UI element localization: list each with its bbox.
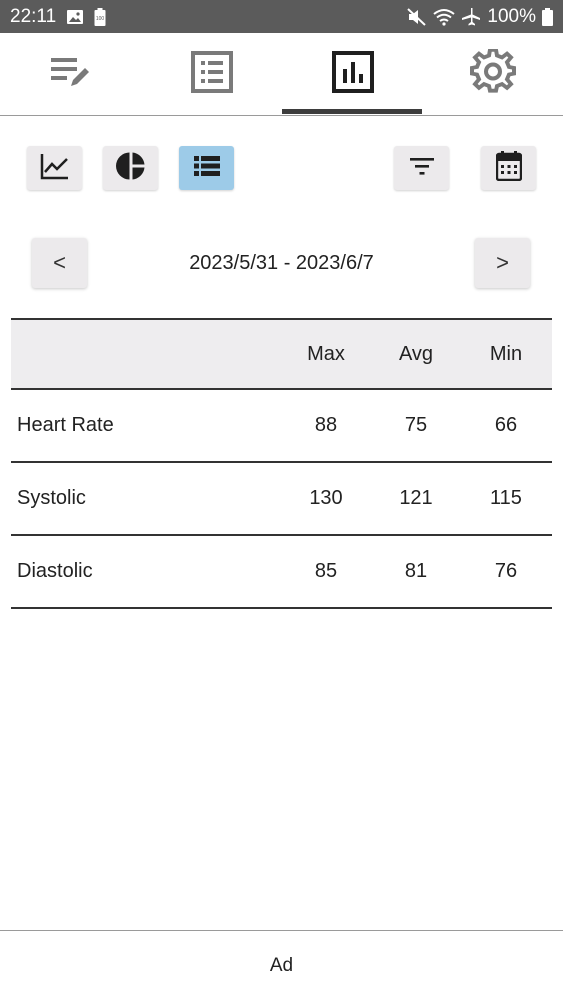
battery-percent: 100%: [487, 5, 536, 27]
table-list-icon: [193, 155, 221, 182]
table-row: Heart Rate 88 75 66: [11, 390, 552, 463]
battery-icon: [542, 7, 553, 26]
row-avg: 75: [404, 414, 428, 436]
tab-settings[interactable]: [422, 33, 563, 115]
row-avg: 121: [399, 487, 433, 509]
mute-icon: [407, 7, 427, 26]
previous-period-button[interactable]: <: [32, 238, 87, 288]
row-min: 76: [494, 560, 518, 582]
wifi-icon: [433, 8, 456, 26]
battery-saver-icon: 100: [94, 7, 106, 26]
calendar-icon: [495, 150, 522, 186]
row-max: 88: [314, 414, 338, 436]
table-header: Max Avg Min: [11, 318, 552, 390]
row-label: Heart Rate: [17, 414, 114, 436]
table-row: Systolic 130 121 115: [11, 463, 552, 536]
line-chart-view-button[interactable]: [27, 146, 82, 190]
row-min: 115: [490, 487, 522, 509]
date-range-label: 2023/5/31 - 2023/6/7: [189, 251, 374, 274]
bar-chart-icon: [331, 50, 375, 99]
filter-button[interactable]: [394, 146, 449, 190]
header-min: Min: [489, 342, 523, 365]
statistics-table: Max Avg Min Heart Rate 88 75 66 Systolic…: [11, 318, 552, 609]
svg-text:100: 100: [96, 16, 105, 22]
line-chart-icon: [40, 152, 70, 185]
pie-chart-view-button[interactable]: [103, 146, 158, 190]
row-max: 85: [314, 560, 338, 582]
airplane-mode-icon: [461, 7, 481, 26]
ad-banner[interactable]: Ad: [0, 930, 563, 1000]
ad-label: Ad: [269, 954, 294, 976]
status-time: 22:11: [10, 5, 57, 27]
list-icon: [190, 50, 234, 99]
next-period-button[interactable]: >: [475, 238, 530, 288]
tab-entry[interactable]: [0, 33, 141, 115]
tab-statistics[interactable]: [282, 33, 423, 115]
calendar-button[interactable]: [481, 146, 536, 190]
pie-chart-icon: [115, 151, 146, 186]
settings-icon: [469, 47, 516, 100]
row-label: Diastolic: [17, 560, 93, 582]
header-max: Max: [307, 342, 345, 365]
row-label: Systolic: [17, 487, 86, 509]
active-tab-indicator: [282, 109, 422, 114]
row-max: 130: [309, 487, 343, 509]
tab-list[interactable]: [141, 33, 282, 115]
filter-icon: [409, 156, 435, 181]
status-bar: 22:11 100 100%: [0, 0, 563, 33]
edit-list-icon: [49, 52, 93, 97]
table-row: Diastolic 85 81 76: [11, 536, 552, 609]
image-icon: [66, 9, 84, 25]
table-view-button[interactable]: [179, 146, 234, 190]
row-avg: 81: [404, 560, 428, 582]
row-min: 66: [494, 414, 518, 436]
tab-bar: [0, 33, 563, 116]
header-avg: Avg: [398, 342, 434, 365]
